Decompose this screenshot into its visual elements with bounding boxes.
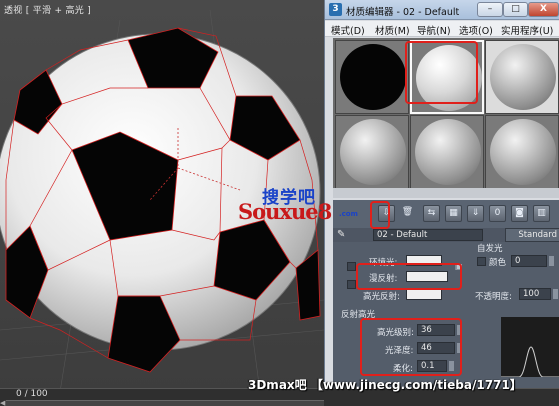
highlight-curve-graph: [501, 317, 559, 378]
specular-color-swatch[interactable]: [406, 289, 442, 300]
material-id-icon[interactable]: 0: [489, 205, 506, 222]
menu-material[interactable]: 材质(M): [375, 23, 410, 37]
timeline-slider[interactable]: [6, 400, 324, 406]
delete-icon[interactable]: 🗑: [399, 205, 416, 222]
lock-diffuse-specular-icon[interactable]: [347, 280, 356, 289]
sample-sphere: [490, 44, 556, 110]
material-type-button[interactable]: Standard: [505, 228, 559, 242]
highlight-box-specular: [360, 318, 462, 376]
material-name-field[interactable]: 02 - Default: [373, 229, 483, 241]
menu-navigation[interactable]: 导航(N): [417, 23, 451, 37]
checker-icon[interactable]: ▦: [445, 205, 462, 222]
show-map-icon[interactable]: ◙: [511, 205, 528, 222]
background-icon[interactable]: ▥: [533, 205, 550, 222]
material-name-row: ✎ 02 - Default Standard: [333, 228, 559, 242]
maximize-button[interactable]: □: [503, 2, 528, 17]
sample-slot-3[interactable]: [485, 40, 559, 114]
sample-slot-5[interactable]: [410, 115, 484, 189]
opacity-label: 不透明度:: [475, 292, 512, 302]
self-illum-spin-arrows[interactable]: [549, 256, 554, 266]
self-illum-spinner[interactable]: 0: [511, 255, 547, 267]
frame-counter: 0 / 100: [16, 389, 48, 399]
sample-slot-4[interactable]: [335, 115, 409, 189]
sample-sphere: [415, 119, 481, 185]
eyedropper-icon[interactable]: ✎: [337, 229, 345, 240]
menu-utilities[interactable]: 实用程序(U): [501, 23, 553, 37]
timeline-prev-icon[interactable]: ◀: [0, 399, 5, 406]
sample-slot-6[interactable]: [485, 115, 559, 189]
close-button[interactable]: X: [528, 2, 559, 17]
sample-sphere: [340, 44, 406, 110]
opacity-spinner[interactable]: 100: [519, 288, 551, 300]
menu-bar: 模式(D) 材质(M) 导航(N) 选项(O) 实用程序(U): [325, 21, 559, 37]
sample-slot-1[interactable]: [335, 40, 409, 114]
opacity-spin-arrows[interactable]: [553, 289, 558, 299]
app-icon: 3: [329, 3, 342, 16]
window-title: 材质编辑器 - 02 - Default: [346, 7, 460, 18]
slot-scroll-bar[interactable]: [333, 188, 559, 198]
sample-sphere: [340, 119, 406, 185]
sample-sphere: [490, 119, 556, 185]
watermark-footer: 3Dmax吧 【www.jinecg.com/tieba/1771】: [248, 378, 522, 392]
highlight-box-put-to-scene: [370, 201, 390, 229]
menu-options[interactable]: 选项(O): [459, 23, 493, 37]
highlight-box-diffuse: [356, 263, 462, 290]
watermark-en: Souxue8: [238, 199, 332, 224]
title-bar[interactable]: 3 材质编辑器 - 02 - Default – □ X: [325, 0, 559, 20]
specular-label: 高光反射:: [363, 292, 400, 302]
self-illumination-label: 自发光: [477, 244, 503, 254]
app-root: 透视 [ 平滑 + 高光 ] 3 材质编辑器 - 02 - Default – …: [0, 0, 559, 406]
viewport-label[interactable]: 透视 [ 平滑 + 高光 ]: [4, 3, 91, 16]
menu-mode[interactable]: 模式(D): [331, 23, 365, 37]
save-icon[interactable]: ⇓: [467, 205, 484, 222]
highlight-box-selected-slot: [405, 41, 478, 104]
make-unique-icon[interactable]: ⇆: [423, 205, 440, 222]
watermark-com: .com: [339, 210, 358, 218]
material-toolbar: ⇩ 🗑 ⇆ ▦ ⇓ 0 ◙ ▥: [333, 200, 559, 228]
color-checkbox[interactable]: [477, 257, 486, 266]
minimize-button[interactable]: –: [477, 2, 503, 17]
lock-ambient-diffuse-icon[interactable]: [347, 262, 356, 271]
color-label: 颜色: [489, 258, 507, 268]
